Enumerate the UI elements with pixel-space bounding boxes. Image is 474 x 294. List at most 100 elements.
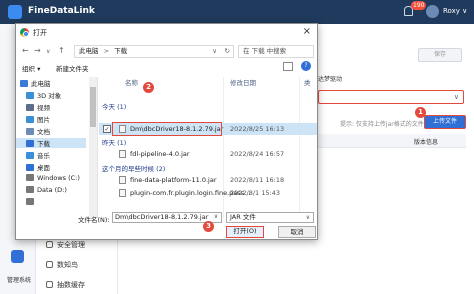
subnav-label: 数知鸟 bbox=[57, 261, 78, 269]
tree-scrollbar[interactable] bbox=[89, 77, 97, 218]
version-table-header: 版本信息 bbox=[318, 134, 466, 148]
file-date: 2022/8/24 16:57 bbox=[230, 150, 285, 158]
subnav-item-cache[interactable]: 抽数缓存 bbox=[46, 280, 85, 290]
tree-label: Data (D:) bbox=[37, 186, 67, 194]
driver-select[interactable]: ∨ bbox=[318, 90, 464, 104]
file-row[interactable]: fine-data-platform-11.0.jar 2022/8/11 16… bbox=[99, 174, 317, 186]
tree-item-drive[interactable] bbox=[26, 198, 37, 206]
tree-label: 音乐 bbox=[37, 152, 50, 160]
subnav-item-shuzhiniao[interactable]: 数知鸟 bbox=[46, 260, 78, 270]
user-name: Roxy bbox=[443, 7, 460, 15]
cancel-button[interactable]: 取消 bbox=[278, 226, 316, 238]
user-menu[interactable]: Roxy ∨ bbox=[443, 7, 467, 15]
tree-item-desktop[interactable]: 桌面 bbox=[26, 162, 50, 172]
address-bar[interactable]: 此电脑 > 下载 ∨ ↻ bbox=[74, 45, 234, 58]
save-button[interactable]: 保存 bbox=[418, 48, 462, 62]
tree-item-pictures[interactable]: 图片 bbox=[26, 114, 50, 124]
recent-locations-icon[interactable]: ∨ bbox=[46, 48, 50, 55]
breadcrumb-this-pc[interactable]: 此电脑 bbox=[79, 47, 99, 55]
app-top-bar: FineDataLink 190 Roxy ∨ bbox=[0, 0, 474, 24]
subnav-label: 抽数缓存 bbox=[57, 281, 85, 289]
drive-icon bbox=[26, 186, 34, 193]
back-arrow-icon[interactable]: ← bbox=[22, 46, 29, 55]
search-placeholder: 在 下载 中搜索 bbox=[243, 47, 287, 55]
tree-scroll-thumb[interactable] bbox=[90, 87, 96, 127]
breadcrumb-separator: > bbox=[103, 47, 110, 55]
view-options-icon[interactable] bbox=[283, 62, 293, 71]
user-avatar[interactable] bbox=[426, 5, 439, 18]
step-marker-3: 3 bbox=[203, 221, 214, 232]
file-date: 2022/8/1 15:43 bbox=[230, 189, 280, 197]
upload-file-button[interactable]: 上传文件 bbox=[424, 115, 466, 129]
download-icon bbox=[26, 140, 34, 147]
column-header-date[interactable]: 修改日期 bbox=[230, 77, 256, 87]
jar-file-icon bbox=[119, 189, 126, 197]
tree-item-drive-d[interactable]: Data (D:) bbox=[26, 186, 67, 194]
up-arrow-icon[interactable]: ↑ bbox=[58, 46, 65, 55]
group-header-earlier-this-month[interactable]: 这个月的早些时候 (2) bbox=[102, 163, 165, 173]
tree-item-3d-objects[interactable]: 3D 对象 bbox=[26, 90, 61, 100]
dialog-toolbar: 组织 ▾ 新建文件夹 ? bbox=[16, 61, 317, 75]
tree-label: 视频 bbox=[37, 104, 50, 112]
search-input[interactable]: 在 下载 中搜索 bbox=[238, 45, 314, 58]
system-management-icon[interactable] bbox=[11, 250, 24, 263]
notification-badge: 190 bbox=[411, 1, 427, 10]
breadcrumb-downloads[interactable]: 下载 bbox=[114, 47, 127, 55]
desktop-icon bbox=[26, 164, 34, 171]
chevron-down-icon: ∨ bbox=[462, 7, 468, 15]
forward-arrow-icon[interactable]: → bbox=[34, 46, 41, 55]
subnav-item-security[interactable]: 安全管理 bbox=[46, 240, 85, 250]
step-marker-2: 2 bbox=[143, 82, 154, 93]
column-header-name[interactable]: 名称 bbox=[125, 77, 138, 87]
upload-hint: 提示: 仅支持上传jar格式的文件 bbox=[340, 121, 424, 128]
group-header-yesterday[interactable]: 昨天 (1) bbox=[102, 137, 126, 147]
video-icon bbox=[26, 104, 34, 111]
tree-item-downloads[interactable]: 下载 bbox=[16, 138, 86, 148]
new-folder-button[interactable]: 新建文件夹 bbox=[56, 63, 89, 73]
drive-icon bbox=[26, 198, 34, 205]
dialog-title-bar: 打开 × bbox=[16, 24, 317, 42]
cube-icon bbox=[26, 92, 34, 99]
file-type-value: JAR 文件 bbox=[230, 213, 256, 221]
tree-item-this-pc[interactable]: 此电脑 bbox=[20, 78, 51, 88]
chrome-icon bbox=[20, 28, 29, 37]
help-icon[interactable]: ? bbox=[301, 61, 311, 71]
tree-label: 3D 对象 bbox=[37, 92, 62, 100]
chevron-down-icon[interactable]: ∨ bbox=[212, 46, 217, 57]
file-checkbox[interactable]: ✓ bbox=[103, 125, 111, 133]
file-type-select[interactable]: JAR 文件 ∨ bbox=[226, 212, 314, 223]
subnav-label: 安全管理 bbox=[57, 241, 85, 249]
selection-highlight-box bbox=[112, 122, 222, 136]
document-icon bbox=[26, 128, 34, 135]
tree-item-documents[interactable]: 文档 bbox=[26, 126, 50, 136]
tree-item-music[interactable]: 音乐 bbox=[26, 150, 50, 160]
column-header-type[interactable]: 类 bbox=[304, 77, 311, 87]
file-name: fdl-pipeline-4.0.jar bbox=[130, 150, 190, 158]
computer-icon bbox=[20, 80, 28, 87]
picture-icon bbox=[26, 116, 34, 123]
organize-menu[interactable]: 组织 ▾ bbox=[22, 63, 40, 73]
filename-label: 文件名(N): bbox=[78, 216, 110, 224]
app-logo-icon bbox=[8, 5, 22, 19]
file-list: 名称 修改日期 类 今天 (1) ✓ Dm\dbcDriver18-8.1.2.… bbox=[99, 77, 317, 218]
music-icon bbox=[26, 152, 34, 159]
file-row[interactable]: plugin-com.fr.plugin.login.fine.pass... … bbox=[99, 187, 317, 199]
open-file-dialog: 打开 × ← → ∨ ↑ 此电脑 > 下载 ∨ ↻ 在 下载 中搜索 组织 ▾ … bbox=[15, 23, 318, 240]
app-brand: FineDataLink bbox=[28, 6, 95, 16]
chevron-down-icon: ∨ bbox=[453, 93, 459, 101]
jar-file-icon bbox=[119, 176, 126, 184]
open-button[interactable]: 打开(O) bbox=[226, 226, 264, 238]
close-icon[interactable]: × bbox=[303, 26, 311, 37]
group-header-today[interactable]: 今天 (1) bbox=[102, 101, 126, 111]
refresh-icon[interactable]: ↻ bbox=[225, 46, 230, 57]
security-icon bbox=[46, 241, 53, 248]
tree-item-drive-c[interactable]: Windows (C:) bbox=[26, 174, 80, 182]
tree-label: 下载 bbox=[37, 140, 50, 148]
file-row[interactable]: fdl-pipeline-4.0.jar 2022/8/24 16:57 bbox=[99, 148, 317, 160]
nav-label-system[interactable]: 管理系统 bbox=[2, 275, 36, 284]
file-date: 2022/8/11 16:18 bbox=[230, 176, 285, 184]
file-name: fine-data-platform-11.0.jar bbox=[130, 176, 217, 184]
cache-icon bbox=[46, 281, 53, 288]
drive-icon bbox=[26, 174, 34, 181]
tree-item-videos[interactable]: 视频 bbox=[26, 102, 50, 112]
